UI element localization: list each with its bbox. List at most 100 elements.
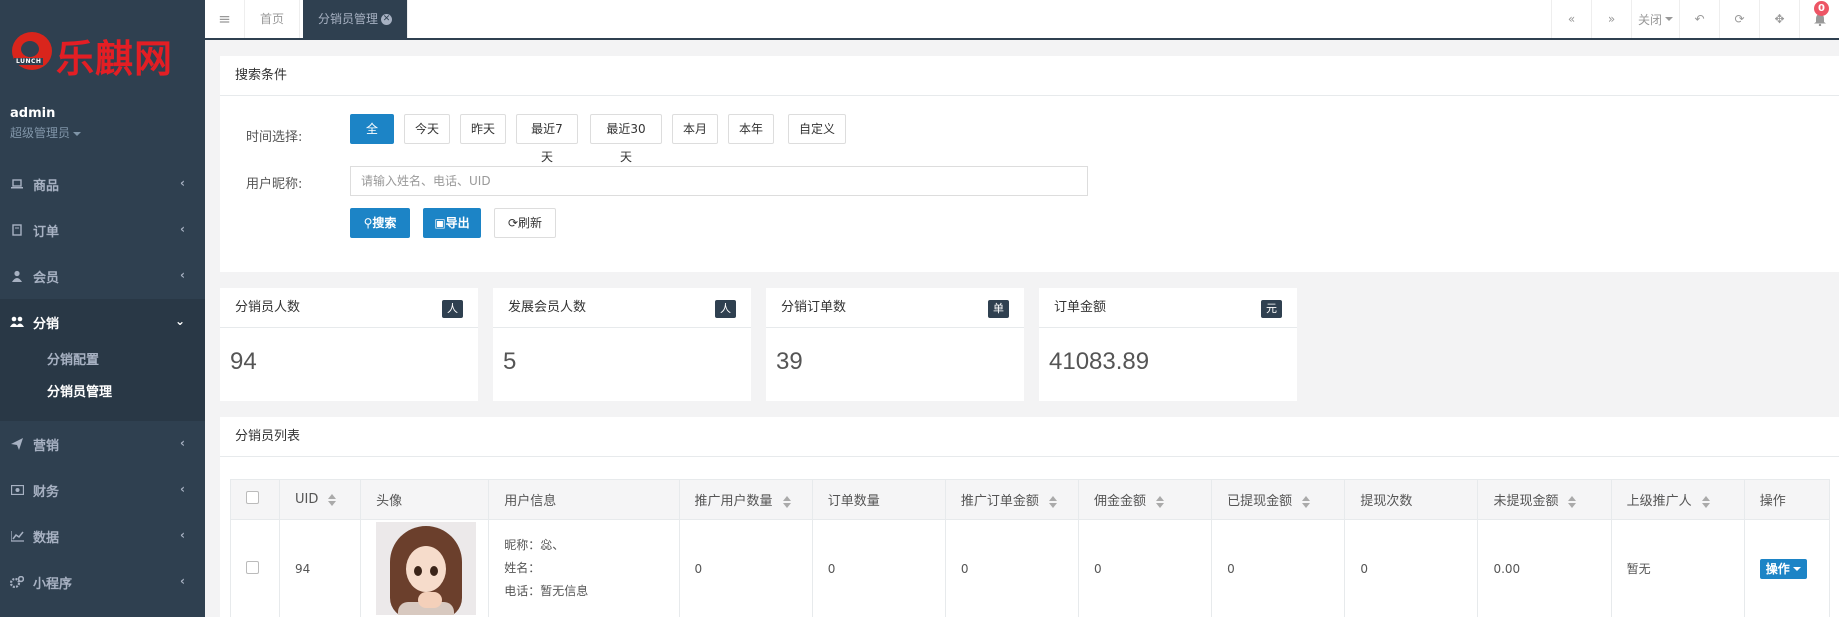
close-tabs-dropdown[interactable]: 关闭 bbox=[1631, 0, 1679, 38]
time-filter-yesterday[interactable]: 昨天 bbox=[460, 114, 506, 144]
cell-promo-amount: 0 bbox=[944, 519, 1080, 617]
caret-down-icon bbox=[1665, 17, 1673, 21]
export-button[interactable]: ▣导出 bbox=[423, 208, 481, 238]
refresh-button[interactable]: ⟳刷新 bbox=[494, 208, 556, 238]
col-withdrawn[interactable]: 已提现金额 bbox=[1211, 479, 1346, 520]
cell-uid: 94 bbox=[279, 519, 362, 617]
cell-parent: 暂无 bbox=[1610, 519, 1745, 617]
nickname-search-input[interactable] bbox=[350, 166, 1088, 196]
sort-icon[interactable] bbox=[1048, 495, 1057, 508]
caret-down-icon bbox=[1792, 567, 1801, 571]
distributor-table: UID 头像 用户信息 推广用户数量 订单数量 推广订单金额 佣金金额 已提现金… bbox=[229, 479, 1831, 617]
row-checkbox[interactable] bbox=[246, 560, 259, 574]
time-filter-year[interactable]: 本年 bbox=[728, 114, 774, 144]
stat-title-text: 发展会员人数 bbox=[508, 300, 587, 315]
book-icon bbox=[10, 223, 24, 237]
col-promo-users[interactable]: 推广用户数量 bbox=[678, 479, 813, 520]
user-phone: 电话：暂无信息 bbox=[504, 584, 589, 598]
sort-icon[interactable] bbox=[1156, 495, 1165, 508]
col-unwithdrawn[interactable]: 未提现金额 bbox=[1477, 479, 1612, 520]
sidebar-item-data[interactable]: 数据 ‹ bbox=[0, 513, 205, 559]
sort-icon[interactable] bbox=[1302, 495, 1311, 508]
time-filter-today[interactable]: 今天 bbox=[404, 114, 450, 144]
user-role-dropdown[interactable]: 超级管理员 bbox=[10, 124, 82, 141]
col-parent[interactable]: 上级推广人 bbox=[1610, 479, 1745, 520]
chevron-left-icon: ‹ bbox=[180, 528, 185, 542]
laptop-icon bbox=[10, 177, 24, 191]
time-filter-custom[interactable]: 自定义 bbox=[788, 114, 846, 144]
time-filter-30days[interactable]: 最近30天 bbox=[590, 114, 662, 164]
sidebar-item-finance[interactable]: 财务 ‹ bbox=[0, 467, 205, 513]
tab-scroll-left-icon[interactable]: « bbox=[1551, 0, 1591, 38]
cell-withdraw-times: 0 bbox=[1344, 519, 1479, 617]
stat-unit-badge: 单 bbox=[988, 300, 1009, 318]
select-all-checkbox[interactable] bbox=[246, 491, 259, 504]
stat-title-text: 分销员人数 bbox=[235, 300, 301, 315]
time-label: 时间选择: bbox=[246, 130, 303, 145]
user-realname: 姓名： bbox=[504, 561, 541, 575]
fullscreen-icon[interactable]: ✥ bbox=[1759, 0, 1799, 38]
sidebar-subitem-config[interactable]: 分销配置 bbox=[0, 345, 205, 377]
sidebar-subitem-manage[interactable]: 分销员管理 bbox=[0, 377, 205, 409]
caret-down-icon bbox=[73, 131, 82, 136]
time-filter-all[interactable]: 全部 bbox=[350, 114, 394, 164]
stat-card-members: 发展会员人数 人 5 bbox=[493, 288, 751, 401]
notification-bell-icon[interactable]: 0 bbox=[1799, 0, 1839, 38]
cell-promo-users: 0 bbox=[678, 519, 813, 617]
avatar[interactable] bbox=[376, 522, 477, 615]
stat-unit-badge: 人 bbox=[442, 300, 463, 318]
export-button-label: 导出 bbox=[445, 216, 470, 230]
tab-home[interactable]: 首页 bbox=[245, 0, 301, 38]
stat-card-distributors: 分销员人数 人 94 bbox=[220, 288, 478, 401]
time-filter-7days[interactable]: 最近7天 bbox=[516, 114, 578, 164]
sidebar-item-orders[interactable]: 订单 ‹ bbox=[0, 207, 205, 253]
save-icon: ▣ bbox=[434, 216, 446, 230]
sidebar-item-members[interactable]: 会员 ‹ bbox=[0, 253, 205, 299]
sort-icon[interactable] bbox=[1701, 495, 1710, 508]
refresh-icon[interactable]: ⟳ bbox=[1719, 0, 1759, 38]
table-header-row: UID 头像 用户信息 推广用户数量 订单数量 推广订单金额 佣金金额 已提现金… bbox=[229, 479, 1831, 520]
col-promo-amount[interactable]: 推广订单金额 bbox=[944, 479, 1080, 520]
sidebar-item-distribution[interactable]: 分销 ⌄ bbox=[0, 299, 205, 345]
money-icon bbox=[10, 483, 24, 497]
col-label: 未提现金额 bbox=[1493, 494, 1559, 509]
col-label: UID bbox=[295, 492, 319, 507]
tab-scroll-right-icon[interactable]: » bbox=[1591, 0, 1631, 38]
stat-card-amount: 订单金额 元 41083.89 bbox=[1039, 288, 1297, 401]
sidebar-item-marketing[interactable]: 营销 ‹ bbox=[0, 421, 205, 467]
logo-sub: LUNCH bbox=[14, 58, 44, 65]
sidebar-item-label: 会员 bbox=[33, 270, 60, 286]
tab-distributor-manage[interactable]: 分销员管理 ✕ bbox=[303, 0, 409, 38]
sort-icon[interactable] bbox=[782, 495, 791, 508]
stat-title: 发展会员人数 人 bbox=[493, 288, 751, 328]
table-row: 94 昵称：惢、 姓名： 电话：暂无信息 0 0 0 0 0 0 0.00 暂无… bbox=[229, 519, 1831, 617]
search-button[interactable]: ⚲搜索 bbox=[350, 208, 410, 238]
col-uid[interactable]: UID bbox=[279, 479, 362, 520]
sidebar-item-goods[interactable]: 商品 ‹ bbox=[0, 161, 205, 207]
cell-unwithdrawn: 0.00 bbox=[1477, 519, 1612, 617]
reply-icon[interactable]: ↶ bbox=[1679, 0, 1719, 38]
sort-icon[interactable] bbox=[1568, 495, 1577, 508]
chevron-down-icon: ⌄ bbox=[174, 314, 185, 328]
sidebar-item-miniprogram[interactable]: 小程序 ‹ bbox=[0, 559, 205, 605]
cell-avatar bbox=[360, 519, 490, 617]
chevron-left-icon: ‹ bbox=[180, 574, 185, 588]
close-tab-icon[interactable]: ✕ bbox=[381, 14, 393, 25]
menu-toggle-icon[interactable]: ≡ bbox=[205, 0, 245, 38]
search-panel: 搜索条件 时间选择: 全部 今天 昨天 最近7天 最近30天 本月 本年 自定义… bbox=[220, 56, 1839, 272]
stat-title: 分销订单数 单 bbox=[766, 288, 1024, 328]
sidebar-item-label: 财务 bbox=[33, 484, 60, 500]
time-filter-month[interactable]: 本月 bbox=[672, 114, 718, 144]
stat-title-text: 分销订单数 bbox=[781, 300, 847, 315]
logo-text: 乐麒网 bbox=[56, 37, 174, 81]
sort-icon[interactable] bbox=[328, 493, 337, 506]
nickname-label: 用户昵称: bbox=[246, 177, 303, 192]
brand-logo[interactable]: LUNCH 乐麒网 bbox=[12, 28, 182, 81]
action-dropdown-button[interactable]: 操作 bbox=[1759, 558, 1807, 579]
user-role: 超级管理员 bbox=[10, 126, 71, 140]
col-label: 佣金金额 bbox=[1094, 494, 1147, 509]
refresh-button-label: 刷新 bbox=[518, 216, 543, 230]
user-profile[interactable]: admin 超级管理员 bbox=[10, 106, 82, 141]
col-commission[interactable]: 佣金金额 bbox=[1077, 479, 1213, 520]
sidebar: LUNCH 乐麒网 admin 超级管理员 商品 ‹ 订单 ‹ 会员 ‹ 分销 … bbox=[0, 0, 205, 617]
